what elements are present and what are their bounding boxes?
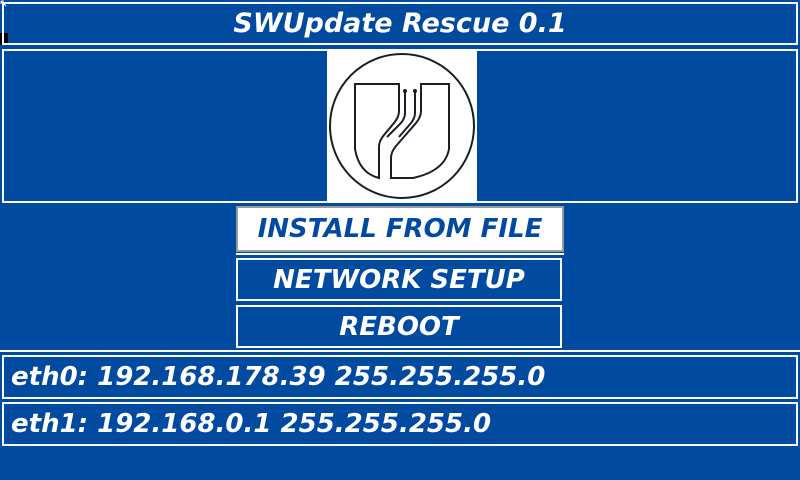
eth1-info: eth1: 192.168.0.1 255.255.255.0	[11, 409, 492, 439]
title-bar: SWUpdate Rescue 0.1	[2, 2, 798, 45]
network-interface-row: eth1: 192.168.0.1 255.255.255.0	[2, 402, 798, 446]
network-interface-row: eth0: 192.168.178.39 255.255.255.0	[2, 355, 798, 399]
network-setup-button[interactable]: NETWORK SETUP	[236, 258, 562, 301]
logo-panel	[2, 49, 798, 203]
app-title: SWUpdate Rescue 0.1	[233, 8, 567, 39]
swupdate-logo-icon	[327, 51, 477, 201]
reboot-button[interactable]: REBOOT	[236, 305, 562, 348]
network-setup-label: NETWORK SETUP	[273, 264, 525, 295]
install-from-file-button[interactable]: INSTALL FROM FILE	[236, 206, 564, 252]
selection-underline	[236, 253, 564, 255]
install-from-file-label: INSTALL FROM FILE	[257, 214, 543, 244]
divider	[0, 350, 800, 352]
reboot-label: REBOOT	[339, 311, 459, 342]
eth0-info: eth0: 192.168.178.39 255.255.255.0	[11, 362, 546, 392]
